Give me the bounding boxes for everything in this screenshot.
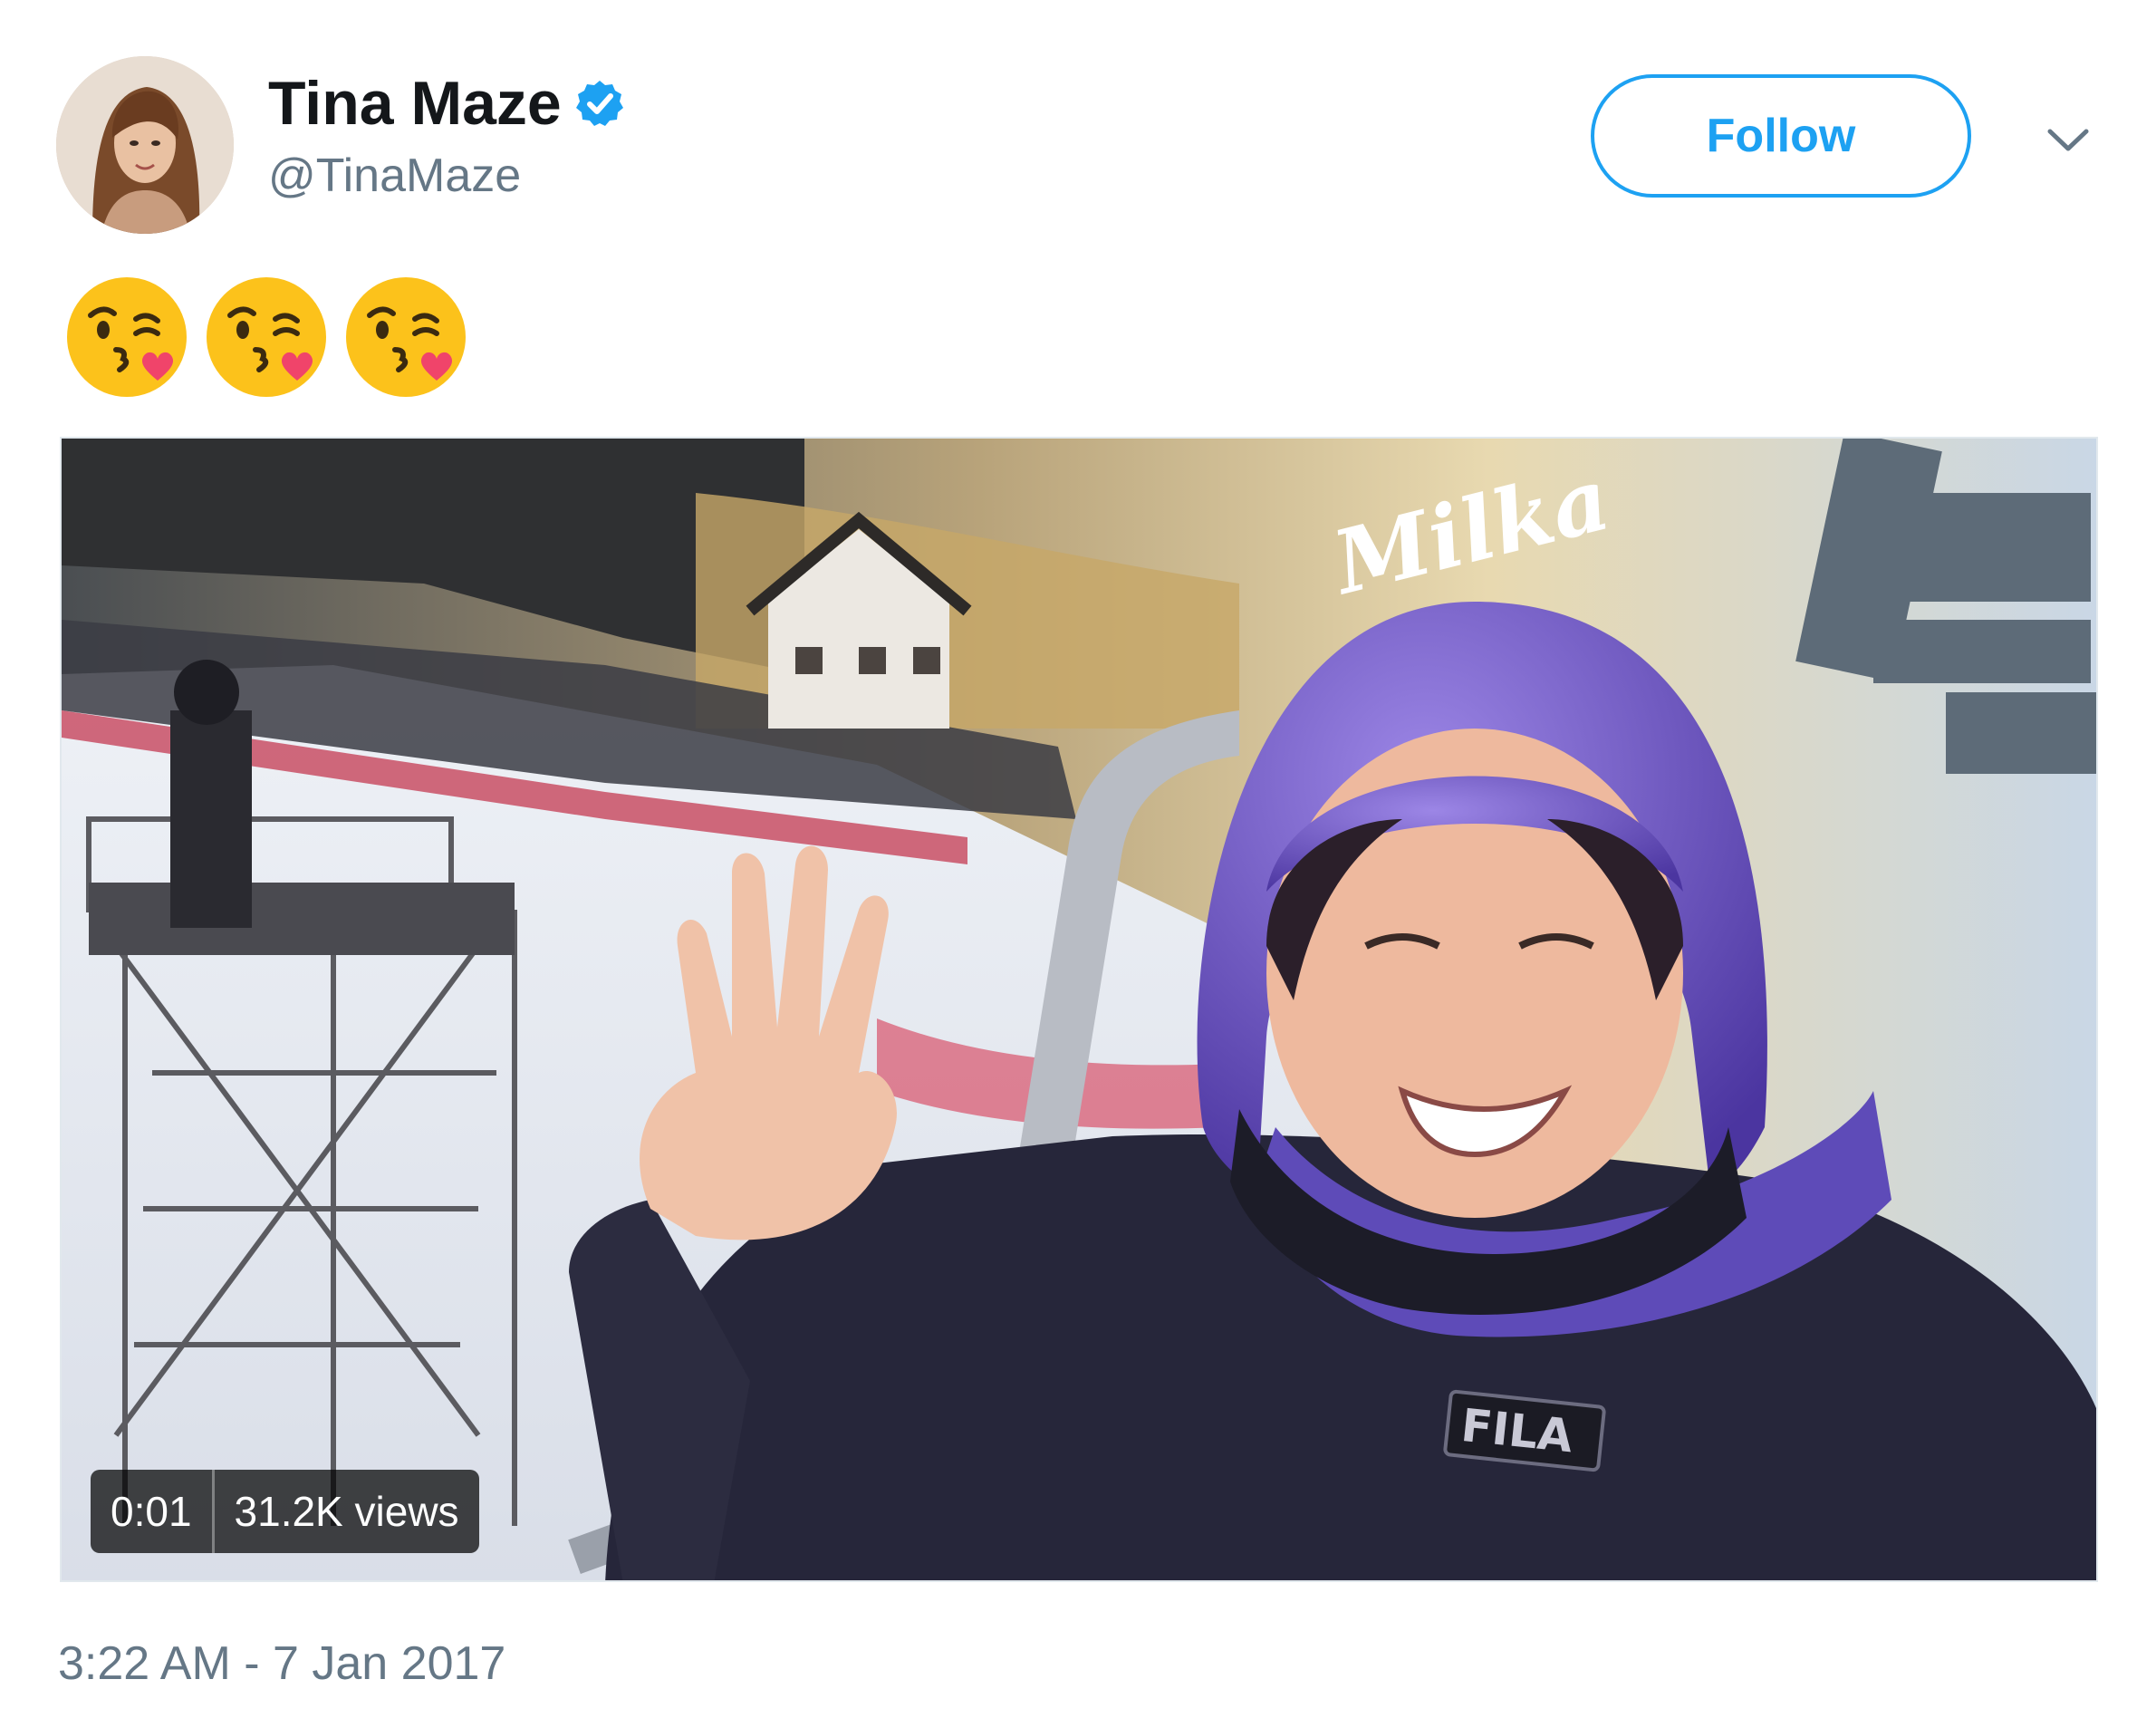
verified-badge-icon [575, 81, 623, 126]
author-handle[interactable]: @TinaMaze [268, 152, 521, 199]
follow-button[interactable]: Follow [1591, 74, 1971, 198]
video-view-count: 31.2K views [234, 1488, 459, 1535]
kissing-heart-emoji-icon [207, 277, 326, 397]
video-stats-badge: 0:01 31.2K views [91, 1470, 479, 1553]
tweet-video[interactable]: Milka FILA 0:01 31.2K views [60, 437, 2098, 1582]
kissing-heart-emoji-icon [67, 277, 187, 397]
author-name-row: Tina Maze [268, 67, 625, 140]
chevron-down-icon [2047, 129, 2089, 151]
tweet-text [63, 274, 469, 401]
tweet-menu-button[interactable] [2036, 109, 2100, 172]
avatar-image [56, 56, 234, 234]
author-avatar[interactable] [56, 56, 234, 234]
video-elapsed-time: 0:01 [111, 1488, 192, 1535]
video-frame: Milka FILA [62, 439, 2096, 1580]
author-display-name[interactable]: Tina Maze [268, 72, 562, 134]
kissing-heart-emoji-icon [346, 277, 466, 397]
tweet-timestamp[interactable]: 3:22 AM - 7 Jan 2017 [58, 1640, 505, 1687]
